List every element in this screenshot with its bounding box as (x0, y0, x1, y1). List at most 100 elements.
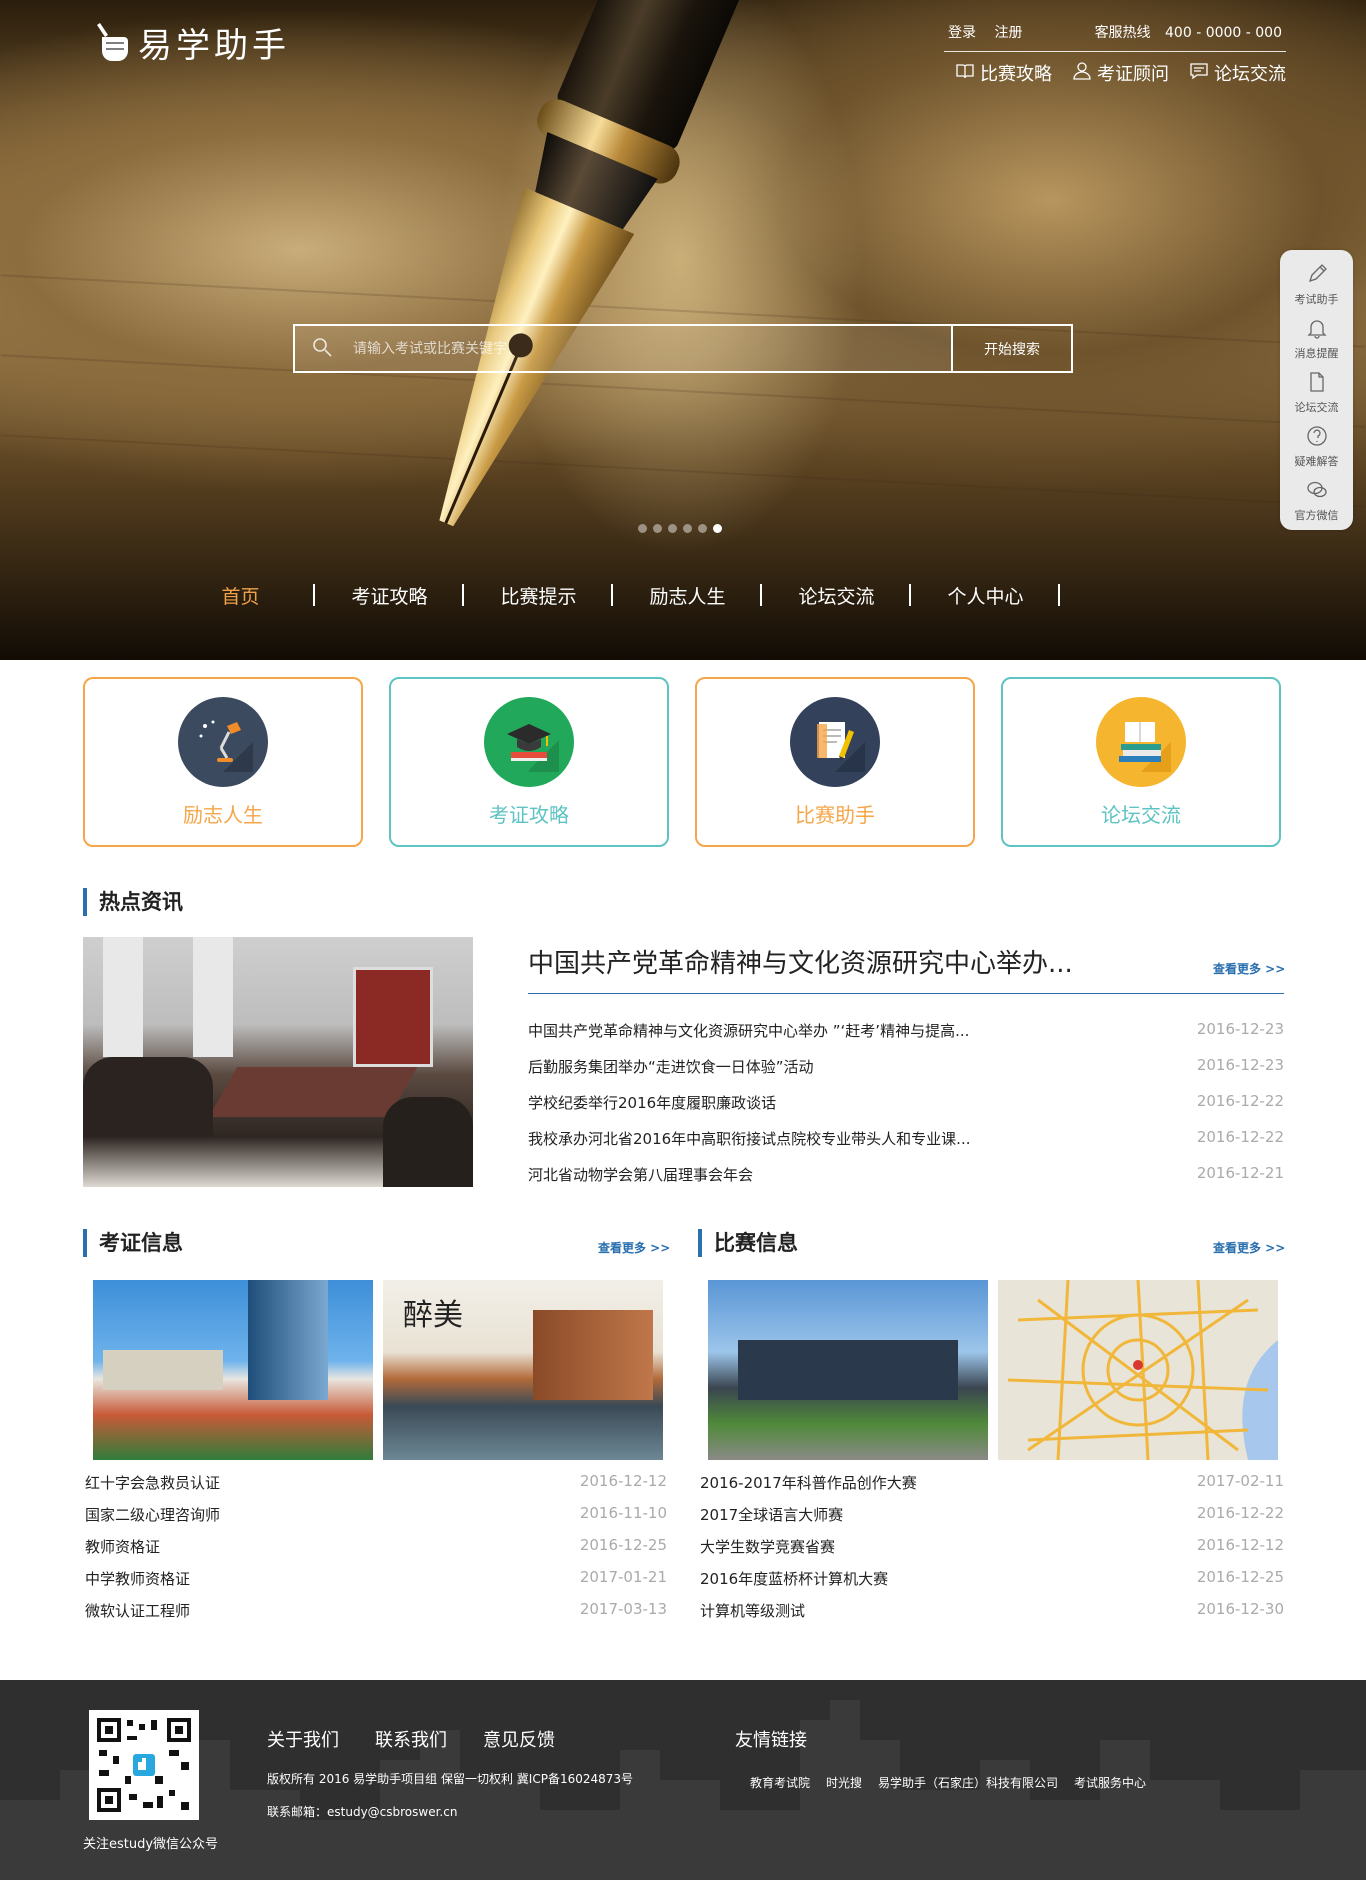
chat-icon (1189, 61, 1209, 86)
contest-info-more-link[interactable]: 查看更多 >> (1213, 1239, 1285, 1256)
footer-link-about[interactable]: 关于我们 (267, 1726, 339, 1752)
carousel-dot[interactable] (668, 524, 677, 533)
footer-links: 关于我们 联系我们 意见反馈 (267, 1726, 555, 1752)
card-contest-helper[interactable]: 比赛助手 (695, 677, 975, 847)
friend-link[interactable]: 时光搜 (826, 1774, 862, 1791)
card-inspiration[interactable]: 励志人生 (83, 677, 363, 847)
building (533, 1310, 653, 1400)
wechat-icon (1306, 479, 1328, 507)
fist-pen-icon (92, 21, 132, 65)
nav-contest-tips[interactable]: 比赛提示 (464, 582, 613, 609)
carousel-indicators (638, 524, 722, 533)
cert-image-campus[interactable]: 醉美 (383, 1280, 663, 1460)
pen-icon (1306, 263, 1328, 291)
nav-cert-guide[interactable]: 考证攻略 (315, 582, 464, 609)
hot-news-headline[interactable]: 中国共产党革命精神与文化资源研究中心举办... (528, 943, 1284, 980)
list-item[interactable]: 中学教师资格证 2017-01-21 (85, 1568, 667, 1600)
nav-forum[interactable]: 论坛交流 (762, 582, 911, 609)
carousel-dot[interactable] (683, 524, 692, 533)
feature-cards: 励志人生 考证攻略 比赛助手 论坛交流 (83, 677, 1281, 847)
window (193, 937, 233, 1057)
contact-email: 联系邮箱：estudy@csbroswer.cn (267, 1805, 458, 1819)
footer: 关注estudy微信公众号 关于我们 联系我们 意见反馈 版权所有 2016 易… (0, 1680, 1366, 1880)
list-item[interactable]: 我校承办河北省2016年中高职衔接试点院校专业带头人和专业课... 2016-12… (528, 1128, 1284, 1164)
main-nav: 首页 考证攻略 比赛提示 励志人生 论坛交流 个人中心 (166, 582, 1060, 609)
list-item[interactable]: 后勤服务集团举办“走进饮食一日体验”活动 2016-12-23 (528, 1056, 1284, 1092)
hotline-label: 客服热线 (1094, 25, 1151, 41)
sidebar-item-exam-assistant[interactable]: 考试助手 (1280, 258, 1353, 312)
nav-home[interactable]: 首页 (166, 582, 315, 609)
list-item[interactable]: 河北省动物学会第八届理事会年会 2016-12-21 (528, 1164, 1284, 1200)
hero-banner: 易学助手 登录 注册 客服热线 400 - 0000 - 000 比赛攻略 考证… (0, 0, 1366, 660)
stand (103, 1350, 223, 1390)
search-input[interactable] (353, 340, 951, 357)
people (83, 1057, 213, 1137)
logo-text: 易学助手 (138, 26, 290, 66)
card-cert-guide[interactable]: 考证攻略 (389, 677, 669, 847)
site-logo[interactable]: 易学助手 (92, 18, 290, 67)
notebook-icon (790, 696, 880, 787)
friend-link[interactable]: 易学助手（石家庄）科技有限公司 (878, 1774, 1058, 1791)
list-item[interactable]: 教师资格证 2016-12-25 (85, 1536, 667, 1568)
contest-image-map[interactable] (998, 1280, 1278, 1460)
user-icon (1072, 61, 1092, 86)
people (383, 1097, 473, 1187)
footer-link-contact[interactable]: 联系我们 (375, 1726, 447, 1752)
nav-inspiration[interactable]: 励志人生 (613, 582, 762, 609)
list-item[interactable]: 中国共产党革命精神与文化资源研究中心举办 ”‘赶考’精神与提高... 2016-1… (528, 1020, 1284, 1056)
book-icon (955, 61, 975, 86)
list-item[interactable]: 计算机等级测试 2016-12-30 (700, 1600, 1284, 1632)
register-link[interactable]: 注册 (994, 25, 1022, 41)
section-title-hot-news: 热点资讯 (83, 888, 183, 916)
contest-image-campus[interactable] (708, 1280, 988, 1460)
window (103, 937, 143, 1057)
friend-links: 教育考试院 时光搜 易学助手（石家庄）科技有限公司 考试服务中心 (750, 1774, 1146, 1791)
carousel-dot[interactable] (638, 524, 647, 533)
carousel-dot-active[interactable] (713, 524, 722, 533)
search-icon (311, 336, 353, 362)
quick-link-cert-advisor[interactable]: 考证顾问 (1072, 60, 1169, 86)
sidebar-item-faq[interactable]: 疑难解答 (1280, 420, 1353, 474)
divider (528, 993, 1284, 994)
quick-link-contest-guide[interactable]: 比赛攻略 (955, 60, 1052, 86)
section-title-cert-info: 考证信息 (83, 1229, 183, 1257)
login-link[interactable]: 登录 (948, 25, 976, 41)
card-forum[interactable]: 论坛交流 (1001, 677, 1281, 847)
lamp-icon (178, 696, 268, 787)
sidebar-item-notifications[interactable]: 消息提醒 (1280, 312, 1353, 366)
list-item[interactable]: 2016-2017年科普作品创作大赛 2017-02-11 (700, 1472, 1284, 1504)
floating-sidebar: 考试助手 消息提醒 论坛交流 疑难解答 官方微信 (1280, 250, 1353, 530)
sidebar-item-wechat[interactable]: 官方微信 (1280, 474, 1353, 528)
nav-personal-center[interactable]: 个人中心 (911, 582, 1060, 609)
projection-screen (353, 967, 433, 1067)
building (248, 1280, 328, 1400)
header-utility: 登录 注册 客服热线 400 - 0000 - 000 比赛攻略 考证顾问 论坛… (944, 22, 1286, 86)
contest-info-list: 2016-2017年科普作品创作大赛 2017-02-11 2017全球语言大师赛… (700, 1472, 1284, 1632)
friend-link[interactable]: 考试服务中心 (1074, 1774, 1146, 1791)
footer-link-feedback[interactable]: 意见反馈 (483, 1726, 555, 1752)
carousel-dot[interactable] (653, 524, 662, 533)
hot-news-photo[interactable] (83, 937, 473, 1187)
search-button[interactable]: 开始搜索 (951, 326, 1071, 371)
list-item[interactable]: 2016年度蓝桥杯计算机大赛 2016-12-25 (700, 1568, 1284, 1600)
list-item[interactable]: 2017全球语言大师赛 2016-12-22 (700, 1504, 1284, 1536)
quick-link-forum[interactable]: 论坛交流 (1189, 60, 1286, 86)
document-icon (1306, 371, 1328, 399)
section-title-contest-info: 比赛信息 (698, 1229, 798, 1257)
cert-info-more-link[interactable]: 查看更多 >> (598, 1239, 670, 1256)
hot-news-more-link[interactable]: 查看更多 >> (1213, 960, 1285, 977)
list-item[interactable]: 大学生数学竞赛省赛 2016-12-12 (700, 1536, 1284, 1568)
question-icon (1306, 425, 1328, 453)
books-icon (1096, 696, 1186, 787)
list-item[interactable]: 国家二级心理咨询师 2016-11-10 (85, 1504, 667, 1536)
building (738, 1340, 958, 1400)
friend-links-title: 友情链接 (735, 1730, 807, 1751)
friend-link[interactable]: 教育考试院 (750, 1774, 810, 1791)
list-item[interactable]: 学校纪委举行2016年度履职廉政谈话 2016-12-22 (528, 1092, 1284, 1128)
cert-image-stadium[interactable] (93, 1280, 373, 1460)
list-item[interactable]: 微软认证工程师 2017-03-13 (85, 1600, 667, 1632)
sidebar-item-forum[interactable]: 论坛交流 (1280, 366, 1353, 420)
campus-calligraphy: 醉美 (403, 1298, 463, 1333)
list-item[interactable]: 红十字会急救员认证 2016-12-12 (85, 1472, 667, 1504)
carousel-dot[interactable] (698, 524, 707, 533)
